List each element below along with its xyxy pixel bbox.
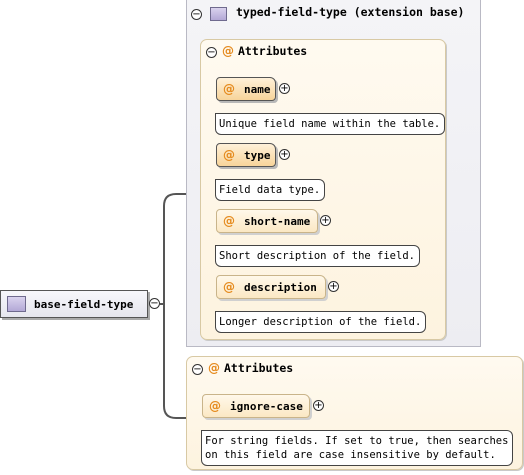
collapse-local-attributes-toggle[interactable]: −: [192, 364, 203, 375]
attribute-doc: Field data type.: [215, 179, 326, 201]
at-sign-icon: @: [223, 148, 235, 162]
attributes-heading: Attributes: [238, 44, 308, 58]
attribute-name[interactable]: @ name: [216, 77, 276, 101]
at-sign-icon: @: [208, 361, 220, 375]
expand-short-name-toggle[interactable]: +: [320, 215, 331, 226]
at-sign-icon: @: [223, 280, 235, 294]
attribute-short-name[interactable]: @ short-name: [216, 209, 318, 233]
attribute-doc: Unique field name within the table.: [215, 113, 446, 135]
attribute-label: description: [244, 280, 317, 294]
attribute-doc: For string fields. If set to true, then …: [201, 430, 514, 466]
expand-description-toggle[interactable]: +: [328, 281, 339, 292]
extension-title: typed-field-type (extension base): [236, 5, 465, 19]
expand-type-toggle[interactable]: +: [279, 149, 290, 160]
base-type-box[interactable]: base-field-type: [0, 290, 148, 318]
attribute-doc-line: on this field are case insensitive by de…: [205, 449, 496, 461]
base-type-title: base-field-type: [34, 297, 134, 311]
at-sign-icon: @: [223, 214, 235, 228]
attribute-ignore-case[interactable]: @ ignore-case: [202, 394, 310, 418]
attribute-label: ignore-case: [230, 399, 303, 413]
attribute-description[interactable]: @ description: [216, 275, 326, 299]
collapse-attributes-toggle[interactable]: −: [206, 47, 217, 58]
attribute-type[interactable]: @ type: [216, 143, 276, 167]
attribute-doc: Longer description of the field.: [215, 311, 427, 333]
local-attributes-heading: Attributes: [224, 361, 294, 375]
attribute-doc-line: For string fields. If set to true, then …: [205, 435, 509, 447]
attribute-label: short-name: [244, 214, 311, 228]
expand-ignore-case-toggle[interactable]: +: [313, 400, 324, 411]
expand-name-toggle[interactable]: +: [279, 83, 290, 94]
at-sign-icon: @: [223, 82, 235, 96]
type-box-icon: [210, 7, 227, 21]
attribute-label: type: [244, 148, 271, 162]
at-sign-icon: @: [222, 44, 234, 58]
attribute-doc: Short description of the field.: [215, 245, 420, 267]
type-box-icon: [7, 296, 26, 312]
attribute-label: name: [244, 82, 271, 96]
collapse-extension-toggle[interactable]: −: [191, 9, 202, 20]
at-sign-icon: @: [209, 399, 221, 413]
collapse-base-toggle[interactable]: −: [149, 298, 160, 309]
